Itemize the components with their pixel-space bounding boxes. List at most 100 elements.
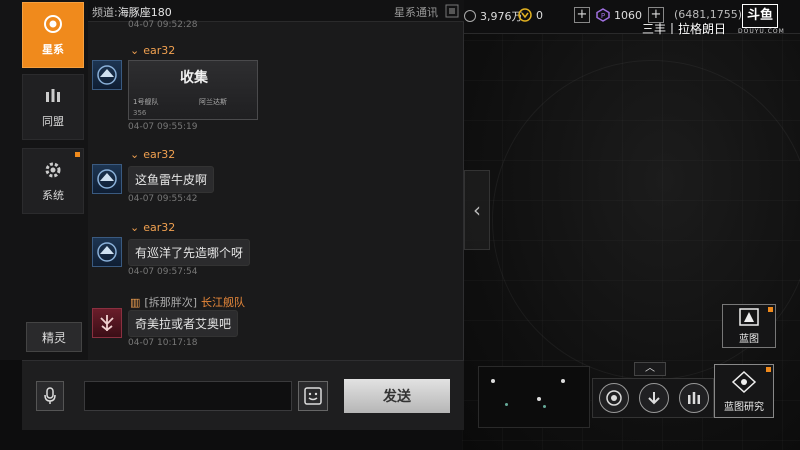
- blueprint-research-icon: [731, 370, 757, 393]
- blueprint-icon: [739, 308, 759, 326]
- avatar[interactable]: [92, 60, 122, 90]
- gems-value: 1060: [614, 8, 642, 22]
- card-location: 阿兰达斯: [199, 98, 227, 106]
- minimap-marker: [491, 379, 495, 383]
- collect-card[interactable]: 收集 1号舰队 阿兰达斯 356: [128, 60, 258, 120]
- side-tab-bar: 星系 同盟 系统 精灵: [0, 0, 88, 360]
- douyu-logo: 斗鱼: [742, 4, 778, 28]
- sender-name: ear32: [143, 148, 176, 161]
- message-bubble[interactable]: 有巡洋了先造哪个呀: [128, 239, 251, 266]
- blueprint-label: 蓝图: [739, 334, 759, 345]
- douyu-url: DOUYU.COM: [738, 28, 785, 35]
- avatar[interactable]: [92, 237, 122, 267]
- chat-input[interactable]: [84, 381, 292, 411]
- card-fleet: 1号舰队: [133, 98, 159, 106]
- eye-icon: [42, 13, 64, 35]
- faction-emblem-icon: [100, 315, 114, 332]
- add-vouchers-button[interactable]: +: [574, 7, 590, 23]
- tab-system[interactable]: 系统: [22, 148, 84, 214]
- message-sender[interactable]: ▥ [拆那胖次] 长江舰队: [130, 294, 245, 310]
- rank-chevron-icon: ⌄: [130, 148, 140, 161]
- channel-label: 频道:: [92, 6, 118, 19]
- minimap-marker: [561, 379, 565, 383]
- resource-bar: 3,976万 0 + P 1060 + (6481,1755) 三丰丨拉格朗日 …: [464, 0, 800, 36]
- tab-galaxy[interactable]: 星系: [22, 2, 84, 68]
- blueprint-research-label: 蓝图研究: [724, 401, 764, 413]
- notification-dot: [768, 307, 773, 312]
- download-button[interactable]: [639, 383, 669, 413]
- rank-chevron-icon: ⌄: [130, 221, 140, 234]
- card-title: 收集: [180, 70, 208, 86]
- gear-icon: [42, 159, 64, 181]
- blueprint-research-button[interactable]: 蓝图研究: [714, 364, 774, 418]
- notification-dot: [75, 152, 80, 157]
- emoji-button[interactable]: [298, 381, 328, 411]
- spiral-galaxy-icon: [606, 390, 622, 406]
- minimap-marker: [543, 405, 546, 408]
- avatar[interactable]: [92, 164, 122, 194]
- minimap[interactable]: [478, 366, 590, 428]
- message-bubble[interactable]: 这鱼雷牛皮啊: [128, 166, 215, 193]
- vouchers-value: 0: [536, 8, 543, 22]
- message-time: 04-07 09:57:54: [128, 267, 198, 277]
- arrow-down-icon: [648, 392, 660, 405]
- tab-galaxy-label: 星系: [42, 43, 64, 56]
- chat-message: ⌄ ear32 收集 1号舰队 阿兰达斯 356 04-07 09:55:19: [88, 44, 458, 136]
- credits-icon: [464, 10, 476, 22]
- chat-window-title: 星系通讯: [394, 6, 438, 19]
- emoji-icon: [304, 387, 322, 405]
- notification-dot: [766, 367, 771, 372]
- chat-header: 频道:海豚座180 星系通讯: [88, 0, 464, 22]
- streamer-watermark: 三丰丨拉格朗日: [642, 22, 727, 36]
- chat-message: ⌄ ear32 这鱼雷牛皮啊 04-07 09:55:42: [88, 148, 458, 210]
- credits-display: 3,976万: [464, 8, 523, 24]
- minimap-marker: [505, 403, 508, 406]
- message-time: 04-07 09:55:42: [128, 194, 198, 204]
- message-sender[interactable]: ⌄ ear32: [130, 148, 175, 161]
- alliance-icon: [42, 85, 64, 107]
- sender-name: ear32: [143, 221, 176, 234]
- blueprint-button[interactable]: 蓝图: [722, 304, 776, 348]
- message-sender[interactable]: ⌄ ear32: [130, 221, 175, 234]
- chat-message: ⌄ ear32 有巡洋了先造哪个呀 04-07 09:57:54: [88, 221, 458, 283]
- bottom-toolbar: [592, 378, 714, 418]
- sender-name: ear32: [143, 44, 176, 57]
- galaxy-view-button[interactable]: [599, 383, 629, 413]
- faction-emblem-icon: [97, 242, 117, 262]
- channel-selector[interactable]: 频道:海豚座180: [92, 4, 172, 20]
- chat-expand-icon[interactable]: [444, 3, 460, 19]
- faction-emblem-icon: [97, 65, 117, 85]
- chevron-left-icon: ‹: [473, 198, 481, 222]
- expand-toolbar-button[interactable]: ︿: [634, 362, 666, 376]
- avatar[interactable]: [92, 308, 122, 338]
- chat-input-bar: 发送: [22, 360, 464, 430]
- vouchers-display: 0: [518, 8, 543, 22]
- card-value: 356: [133, 109, 147, 117]
- alliance-badge-icon: ▥: [130, 295, 141, 309]
- message-sender[interactable]: ⌄ ear32: [130, 44, 175, 57]
- chat-panel: 频道:海豚座180 星系通讯 04-07 09:52:28 ⌄ ear32 收集…: [88, 0, 464, 360]
- collapse-chat-button[interactable]: ‹: [464, 170, 490, 250]
- rank-chevron-icon: ⌄: [130, 44, 140, 57]
- chat-message: ▥ [拆那胖次] 长江舰队 奇美拉或者艾奥吧 04-07 10:17:18: [88, 294, 458, 356]
- message-bubble[interactable]: 奇美拉或者艾奥吧: [128, 310, 239, 337]
- message-time: 04-07 09:52:28: [128, 20, 198, 30]
- tab-alliance[interactable]: 同盟: [22, 74, 84, 140]
- voice-button[interactable]: [36, 381, 64, 411]
- microphone-icon: [44, 387, 56, 404]
- spirit-button[interactable]: 精灵: [26, 322, 82, 352]
- send-button[interactable]: 发送: [344, 379, 450, 413]
- sender-fleet: 长江舰队: [201, 296, 245, 309]
- credits-value: 3,976万: [480, 10, 523, 23]
- tab-system-label: 系统: [42, 189, 64, 202]
- gem-icon: P: [596, 8, 610, 22]
- message-time: 04-07 10:17:18: [128, 338, 198, 348]
- faction-emblem-icon: [97, 169, 117, 189]
- minimap-marker: [537, 397, 541, 401]
- tab-alliance-label: 同盟: [42, 115, 64, 128]
- message-time: 04-07 09:55:19: [128, 122, 198, 132]
- alliance-button[interactable]: [679, 383, 709, 413]
- voucher-icon: [518, 8, 532, 22]
- alliance-icon: [688, 392, 700, 404]
- gems-display: P 1060: [596, 8, 642, 22]
